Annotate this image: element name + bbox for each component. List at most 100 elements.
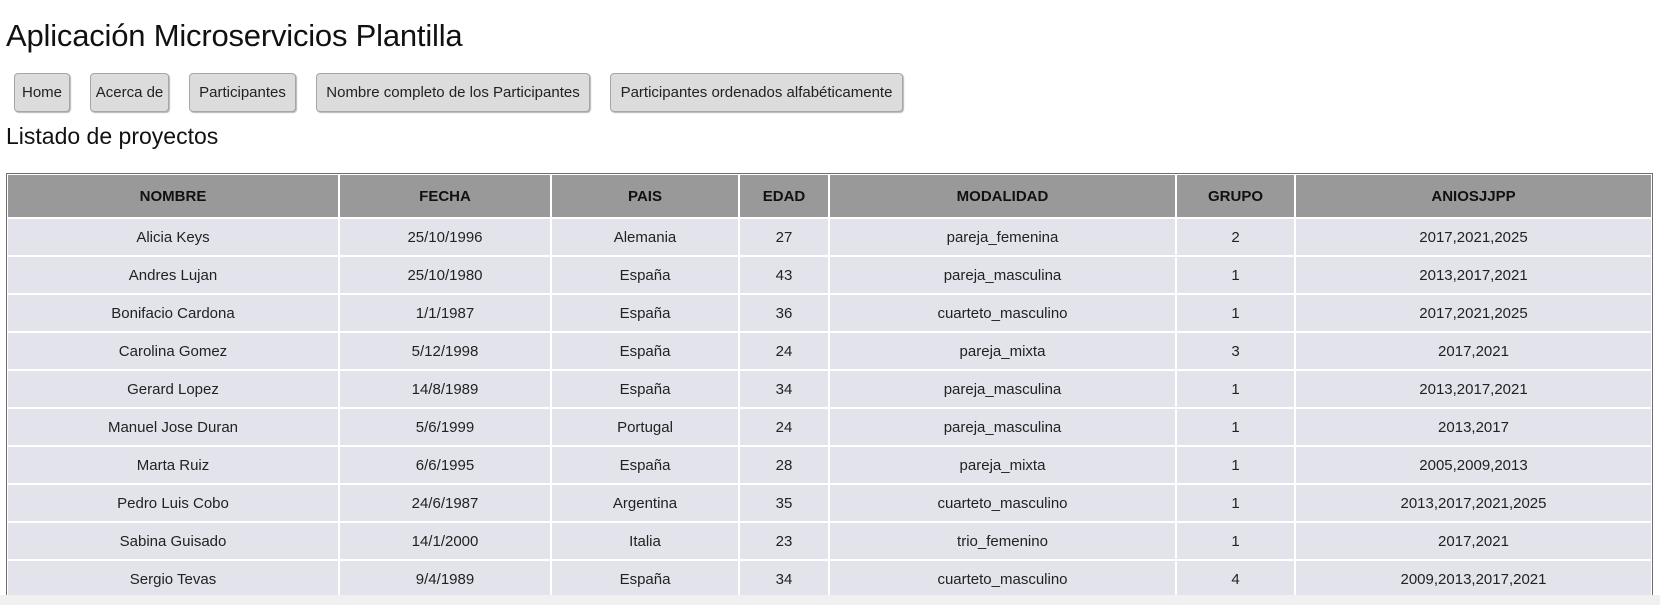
- table-row: Pedro Luis Cobo 24/6/1987 Argentina 35 c…: [8, 485, 1651, 521]
- cell-modalidad: cuarteto_masculino: [830, 561, 1175, 595]
- cell-modalidad: cuarteto_masculino: [830, 295, 1175, 331]
- cell-edad: 28: [740, 447, 828, 483]
- column-header-pais[interactable]: PAIS: [552, 175, 738, 217]
- nav-bar: Home Acerca de Participantes Nombre comp…: [14, 73, 903, 112]
- cell-grupo: 1: [1177, 295, 1294, 331]
- cell-nombre: Manuel Jose Duran: [8, 409, 338, 445]
- cell-edad: 23: [740, 523, 828, 559]
- cell-edad: 34: [740, 371, 828, 407]
- cell-modalidad: pareja_masculina: [830, 371, 1175, 407]
- cell-aniosjjpp: 2017,2021,2025: [1296, 219, 1651, 255]
- cell-modalidad: pareja_femenina: [830, 219, 1175, 255]
- column-header-edad[interactable]: EDAD: [740, 175, 828, 217]
- cell-fecha: 25/10/1996: [340, 219, 550, 255]
- cell-fecha: 24/6/1987: [340, 485, 550, 521]
- table-row: Marta Ruiz 6/6/1995 España 28 pareja_mix…: [8, 447, 1651, 483]
- cell-modalidad: pareja_mixta: [830, 447, 1175, 483]
- cell-aniosjjpp: 2013,2017,2021,2025: [1296, 485, 1651, 521]
- cell-aniosjjpp: 2005,2009,2013: [1296, 447, 1651, 483]
- cell-fecha: 14/8/1989: [340, 371, 550, 407]
- cell-aniosjjpp: 2009,2013,2017,2021: [1296, 561, 1651, 595]
- cell-fecha: 1/1/1987: [340, 295, 550, 331]
- nav-home-button[interactable]: Home: [14, 73, 70, 112]
- table-row: Manuel Jose Duran 5/6/1999 Portugal 24 p…: [8, 409, 1651, 445]
- cell-aniosjjpp: 2017,2021: [1296, 523, 1651, 559]
- cell-grupo: 1: [1177, 485, 1294, 521]
- cell-pais: Portugal: [552, 409, 738, 445]
- cell-nombre: Carolina Gomez: [8, 333, 338, 369]
- cell-nombre: Pedro Luis Cobo: [8, 485, 338, 521]
- app-title: Aplicación Microservicios Plantilla: [6, 18, 463, 53]
- cell-pais: España: [552, 333, 738, 369]
- nav-participants-button[interactable]: Participantes: [189, 73, 296, 112]
- column-header-grupo[interactable]: GRUPO: [1177, 175, 1294, 217]
- cell-modalidad: pareja_masculina: [830, 409, 1175, 445]
- table-body: Alicia Keys 25/10/1996 Alemania 27 parej…: [8, 219, 1651, 595]
- column-header-fecha[interactable]: FECHA: [340, 175, 550, 217]
- cell-nombre: Bonifacio Cardona: [8, 295, 338, 331]
- cell-pais: España: [552, 295, 738, 331]
- cell-grupo: 3: [1177, 333, 1294, 369]
- table-row: Bonifacio Cardona 1/1/1987 España 36 cua…: [8, 295, 1651, 331]
- nav-about-button[interactable]: Acerca de: [90, 73, 169, 112]
- header-row: NOMBRE FECHA PAIS EDAD MODALIDAD GRUPO A…: [8, 175, 1651, 217]
- nav-sorted-participants-button[interactable]: Participantes ordenados alfabéticamente: [610, 73, 903, 112]
- cell-edad: 43: [740, 257, 828, 293]
- page: Aplicación Microservicios Plantilla Home…: [0, 0, 1660, 605]
- cell-pais: España: [552, 257, 738, 293]
- cell-nombre: Sabina Guisado: [8, 523, 338, 559]
- cell-fecha: 25/10/1980: [340, 257, 550, 293]
- table-row: Carolina Gomez 5/12/1998 España 24 parej…: [8, 333, 1651, 369]
- cell-edad: 27: [740, 219, 828, 255]
- cell-fecha: 6/6/1995: [340, 447, 550, 483]
- cell-nombre: Alicia Keys: [8, 219, 338, 255]
- horizontal-scrollbar[interactable]: [0, 595, 1660, 605]
- cell-aniosjjpp: 2013,2017,2021: [1296, 371, 1651, 407]
- table-row: Andres Lujan 25/10/1980 España 43 pareja…: [8, 257, 1651, 293]
- section-title: Listado de proyectos: [6, 123, 219, 149]
- table-row: Sergio Tevas 9/4/1989 España 34 cuarteto…: [8, 561, 1651, 595]
- cell-nombre: Andres Lujan: [8, 257, 338, 293]
- cell-fecha: 5/12/1998: [340, 333, 550, 369]
- table-header: NOMBRE FECHA PAIS EDAD MODALIDAD GRUPO A…: [8, 175, 1651, 217]
- column-header-aniosjjpp[interactable]: ANIOSJJPP: [1296, 175, 1651, 217]
- cell-grupo: 1: [1177, 371, 1294, 407]
- cell-pais: Alemania: [552, 219, 738, 255]
- cell-pais: España: [552, 561, 738, 595]
- table-row: Sabina Guisado 14/1/2000 Italia 23 trio_…: [8, 523, 1651, 559]
- table-row: Alicia Keys 25/10/1996 Alemania 27 parej…: [8, 219, 1651, 255]
- cell-nombre: Sergio Tevas: [8, 561, 338, 595]
- column-header-nombre[interactable]: NOMBRE: [8, 175, 338, 217]
- cell-modalidad: cuarteto_masculino: [830, 485, 1175, 521]
- cell-edad: 35: [740, 485, 828, 521]
- cell-aniosjjpp: 2017,2021,2025: [1296, 295, 1651, 331]
- cell-pais: Argentina: [552, 485, 738, 521]
- cell-fecha: 9/4/1989: [340, 561, 550, 595]
- cell-modalidad: pareja_mixta: [830, 333, 1175, 369]
- cell-nombre: Gerard Lopez: [8, 371, 338, 407]
- cell-fecha: 5/6/1999: [340, 409, 550, 445]
- cell-pais: España: [552, 371, 738, 407]
- cell-modalidad: pareja_masculina: [830, 257, 1175, 293]
- cell-aniosjjpp: 2013,2017,2021: [1296, 257, 1651, 293]
- cell-grupo: 2: [1177, 219, 1294, 255]
- cell-grupo: 1: [1177, 257, 1294, 293]
- cell-edad: 24: [740, 409, 828, 445]
- cell-modalidad: trio_femenino: [830, 523, 1175, 559]
- cell-nombre: Marta Ruiz: [8, 447, 338, 483]
- projects-table-container: NOMBRE FECHA PAIS EDAD MODALIDAD GRUPO A…: [6, 173, 1653, 595]
- cell-grupo: 4: [1177, 561, 1294, 595]
- cell-edad: 36: [740, 295, 828, 331]
- cell-edad: 34: [740, 561, 828, 595]
- column-header-modalidad[interactable]: MODALIDAD: [830, 175, 1175, 217]
- projects-table: NOMBRE FECHA PAIS EDAD MODALIDAD GRUPO A…: [7, 174, 1652, 595]
- cell-fecha: 14/1/2000: [340, 523, 550, 559]
- cell-grupo: 1: [1177, 409, 1294, 445]
- cell-grupo: 1: [1177, 447, 1294, 483]
- cell-aniosjjpp: 2013,2017: [1296, 409, 1651, 445]
- nav-fullname-participants-button[interactable]: Nombre completo de los Participantes: [316, 73, 590, 112]
- table-row: Gerard Lopez 14/8/1989 España 34 pareja_…: [8, 371, 1651, 407]
- cell-aniosjjpp: 2017,2021: [1296, 333, 1651, 369]
- cell-edad: 24: [740, 333, 828, 369]
- cell-grupo: 1: [1177, 523, 1294, 559]
